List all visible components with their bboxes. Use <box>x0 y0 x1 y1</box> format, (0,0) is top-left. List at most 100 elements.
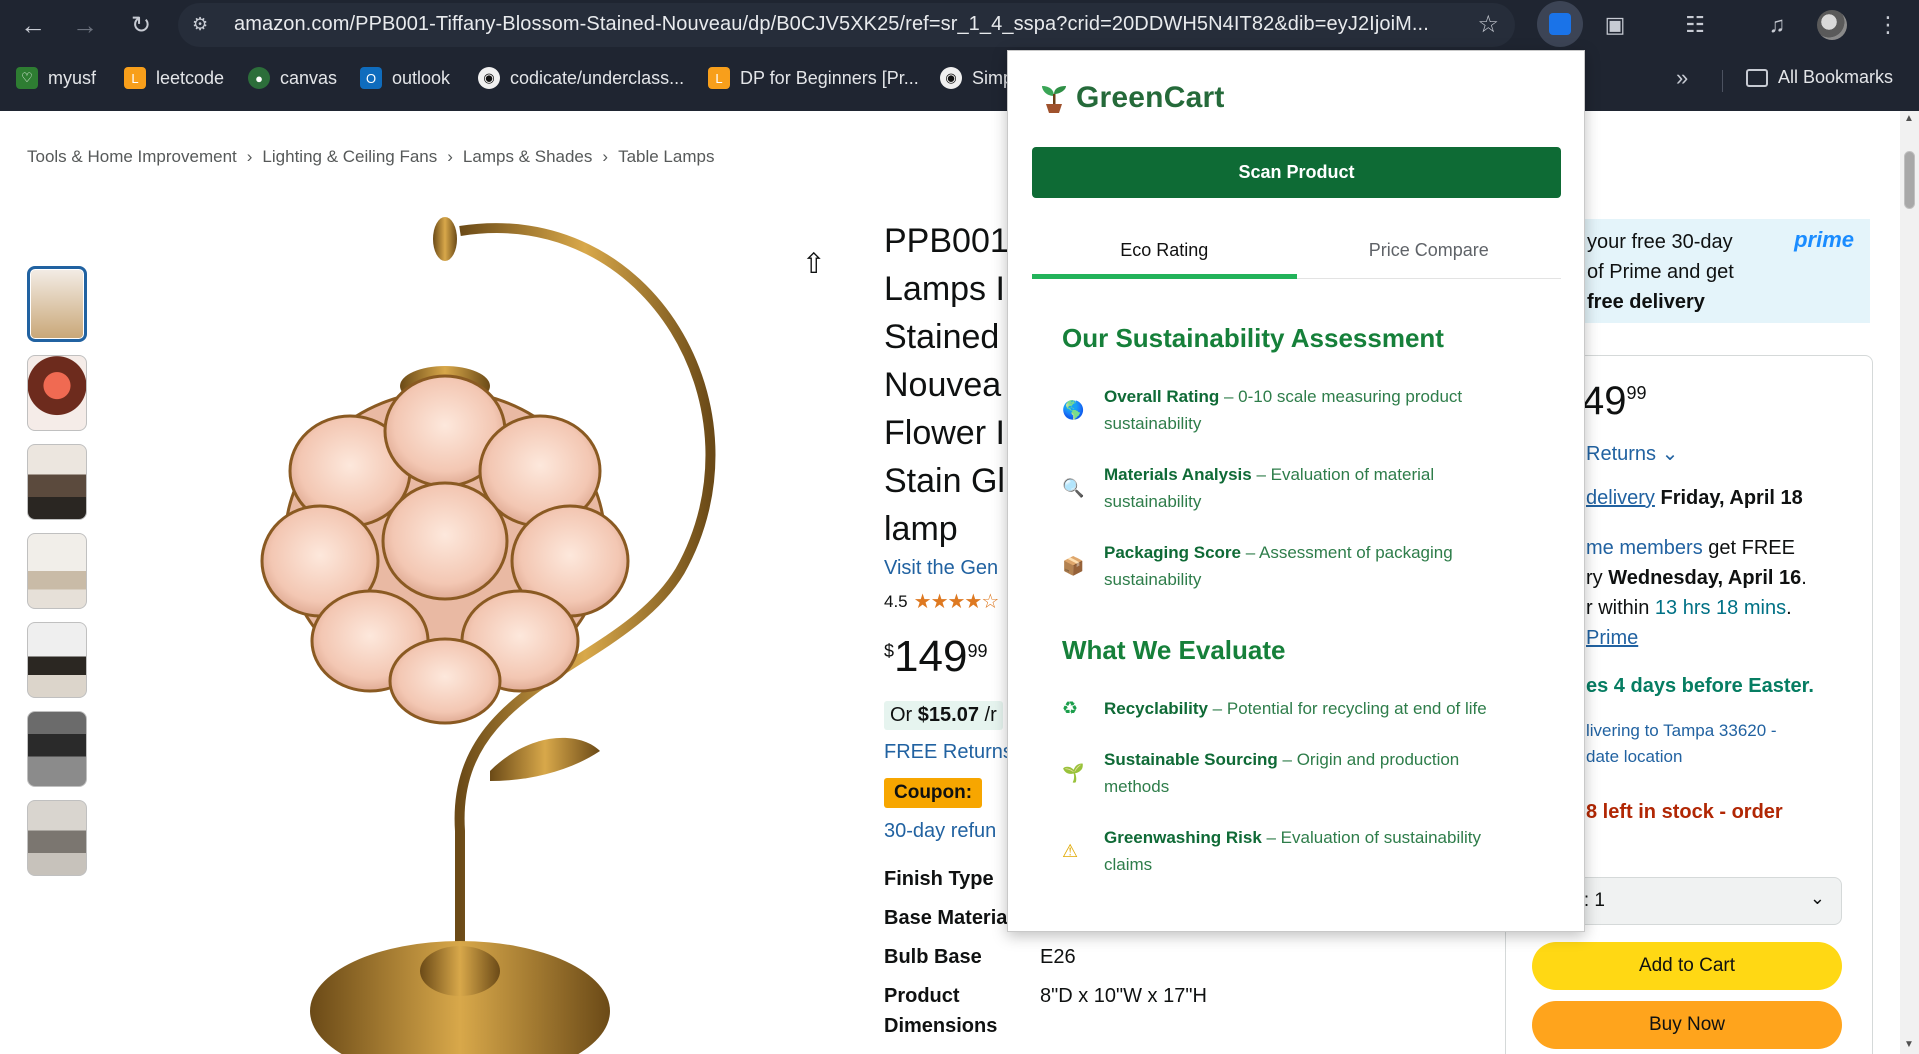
free-returns-link[interactable]: FREE Returns <box>884 741 1013 764</box>
rating-stars-icon: ★★★★☆ <box>913 591 1000 613</box>
thumbnail-7[interactable] <box>27 800 87 876</box>
buybox-returns-link[interactable]: Returns ⌄ <box>1586 441 1678 466</box>
or-pay-prefix: Or <box>890 704 918 726</box>
breadcrumb-separator: › <box>246 147 253 166</box>
bookmark-codicate[interactable]: ◉ codicate/underclass... <box>478 67 684 89</box>
reload-icon[interactable]: ↻ <box>124 8 158 42</box>
price-cents: 99 <box>967 641 988 661</box>
reading-mode-icon[interactable]: ☷ <box>1676 6 1714 44</box>
bookmark-label: myusf <box>48 67 97 88</box>
seedling-icon: 🌱 <box>1062 762 1085 783</box>
delivery-link[interactable]: delivery <box>1586 487 1655 509</box>
bookmark-dp-beginners[interactable]: L DP for Beginners [Pr... <box>708 67 919 89</box>
breadcrumb-table-lamps[interactable]: Table Lamps <box>618 147 714 167</box>
visit-store-link[interactable]: Visit the Gen <box>884 557 998 580</box>
prime-text-line: your free 30-day <box>1587 231 1733 253</box>
assessment-heading: Our Sustainability Assessment <box>1062 323 1444 353</box>
globe-icon: 🌎 <box>1062 399 1085 420</box>
package-icon: 📦 <box>1062 555 1085 576</box>
greencart-extension-icon[interactable] <box>1537 1 1583 47</box>
refund-link[interactable]: 30-day refun <box>884 820 996 843</box>
thumbnail-2[interactable] <box>27 355 87 431</box>
update-location-link[interactable]: date location <box>1586 747 1682 767</box>
thumbnail-4[interactable] <box>27 533 87 609</box>
breadcrumb-separator: › <box>447 147 453 166</box>
evaluate-heading: What We Evaluate <box>1062 635 1286 665</box>
bookmark-label: outlook <box>392 67 451 88</box>
title-line: Nouvea <box>884 366 1002 404</box>
buybox-price-whole: 49 <box>1582 379 1627 423</box>
forward-arrow-icon[interactable]: → <box>68 8 102 42</box>
github-icon: ◉ <box>478 67 500 89</box>
share-icon[interactable]: ⇧ <box>802 247 825 280</box>
breadcrumb-lamps[interactable]: Lamps & Shades <box>463 147 592 167</box>
browser-chrome: ← → ↻ ⚙ amazon.com/PPB001-Tiffany-Blosso… <box>0 0 1919 111</box>
prime-text-line: of Prime and get <box>1587 261 1734 283</box>
product-main-image[interactable] <box>230 211 750 1054</box>
title-line: Lamps I <box>884 270 1005 308</box>
outlook-icon: O <box>360 67 382 89</box>
thumbnail-5[interactable] <box>27 622 87 698</box>
coupon-badge: Coupon: <box>884 778 983 808</box>
github-icon: ◉ <box>940 67 962 89</box>
prime-trial-banner[interactable]: your free 30-day of Prime and get free d… <box>1577 219 1870 323</box>
price-whole: 149 <box>894 632 968 681</box>
title-line: PPB001 <box>884 222 1009 260</box>
bookmark-star-icon[interactable]: ☆ <box>1477 10 1499 39</box>
scan-product-button[interactable]: Scan Product <box>1032 147 1561 198</box>
thumbnail-6[interactable] <box>27 711 87 787</box>
site-settings-icon[interactable]: ⚙ <box>192 14 218 36</box>
bookmark-simp[interactable]: ◉ Simp <box>940 67 1013 89</box>
bookmark-leetcode[interactable]: L leetcode <box>124 67 224 89</box>
bookmark-outlook[interactable]: O outlook <box>360 67 450 89</box>
prime-members-link[interactable]: me members <box>1586 537 1703 559</box>
bookmarks-bar: ♡ myusf L leetcode ● canvas O outlook ◉ … <box>0 60 1919 100</box>
greencart-tabs: Eco Rating Price Compare <box>1032 221 1561 279</box>
tab-price-compare[interactable]: Price Compare <box>1297 221 1562 278</box>
breadcrumb-tools[interactable]: Tools & Home Improvement <box>27 147 237 167</box>
media-controls-icon[interactable]: ♫ <box>1758 6 1796 44</box>
amazon-product-page: Tools & Home Improvement › Lighting & Ce… <box>0 111 1900 1054</box>
spec-key: Product Dimensions <box>884 985 998 1037</box>
monthly-payment[interactable]: Or $15.07 /r <box>884 701 1003 730</box>
canvas-icon: ● <box>248 67 270 89</box>
or-pay-suffix: /r <box>978 704 997 726</box>
bookmark-myusf[interactable]: ♡ myusf <box>16 67 96 89</box>
chevron-down-icon: ⌄ <box>1809 888 1825 908</box>
scroll-up-arrow-icon[interactable]: ▲ <box>1904 113 1914 124</box>
menu-kebab-icon[interactable]: ⋮ <box>1869 6 1907 44</box>
back-arrow-icon[interactable]: ← <box>16 8 50 42</box>
breadcrumb-lighting[interactable]: Lighting & Ceiling Fans <box>262 147 437 167</box>
bookmark-label: DP for Beginners [Pr... <box>740 67 919 88</box>
extensions-puzzle-icon[interactable]: ▣ <box>1596 6 1634 44</box>
scrollbar-thumb[interactable] <box>1904 151 1915 209</box>
bookmark-label: leetcode <box>156 67 225 88</box>
fast-date: Wednesday, April 16 <box>1608 567 1802 589</box>
join-prime-link[interactable]: Prime <box>1586 627 1638 650</box>
thumbnail-3[interactable] <box>27 444 87 520</box>
all-bookmarks[interactable]: All Bookmarks <box>1746 67 1893 88</box>
greencart-popup: GreenCart Scan Product Eco Rating Price … <box>1007 50 1585 932</box>
folder-icon <box>1746 68 1768 87</box>
leetcode-icon: L <box>124 67 146 89</box>
url-text[interactable]: amazon.com/PPB001-Tiffany-Blossom-Staine… <box>234 13 1454 36</box>
bookmark-canvas[interactable]: ● canvas <box>248 67 337 89</box>
fast-suffix: . <box>1801 567 1807 589</box>
buybox-price: 49 99 <box>1582 379 1647 424</box>
product-rating[interactable]: 4.5 ★★★★☆ <box>884 589 1000 614</box>
tab-eco-rating[interactable]: Eco Rating <box>1032 221 1297 279</box>
thumbnail-1[interactable] <box>27 266 87 342</box>
bookmarks-overflow-icon[interactable]: » <box>1676 65 1688 91</box>
buy-now-button[interactable]: Buy Now <box>1532 1001 1842 1049</box>
page-scrollbar[interactable]: ▲ ▼ <box>1900 111 1919 1054</box>
spec-row: Product Dimensions 8"D x 10"W x 17"H <box>884 981 1207 1041</box>
stock-notice: 8 left in stock - order <box>1586 801 1783 823</box>
returns-label: Returns <box>1586 443 1657 465</box>
deliver-to-link[interactable]: livering to Tampa 33620 - <box>1586 721 1777 741</box>
greencart-title: GreenCart <box>1076 81 1225 114</box>
spec-key: Bulb Base <box>884 946 982 968</box>
add-to-cart-button[interactable]: Add to Cart <box>1532 942 1842 990</box>
profile-avatar[interactable] <box>1817 10 1847 40</box>
scroll-down-arrow-icon[interactable]: ▼ <box>1904 1039 1914 1050</box>
address-bar[interactable]: ⚙ amazon.com/PPB001-Tiffany-Blossom-Stai… <box>178 3 1515 47</box>
